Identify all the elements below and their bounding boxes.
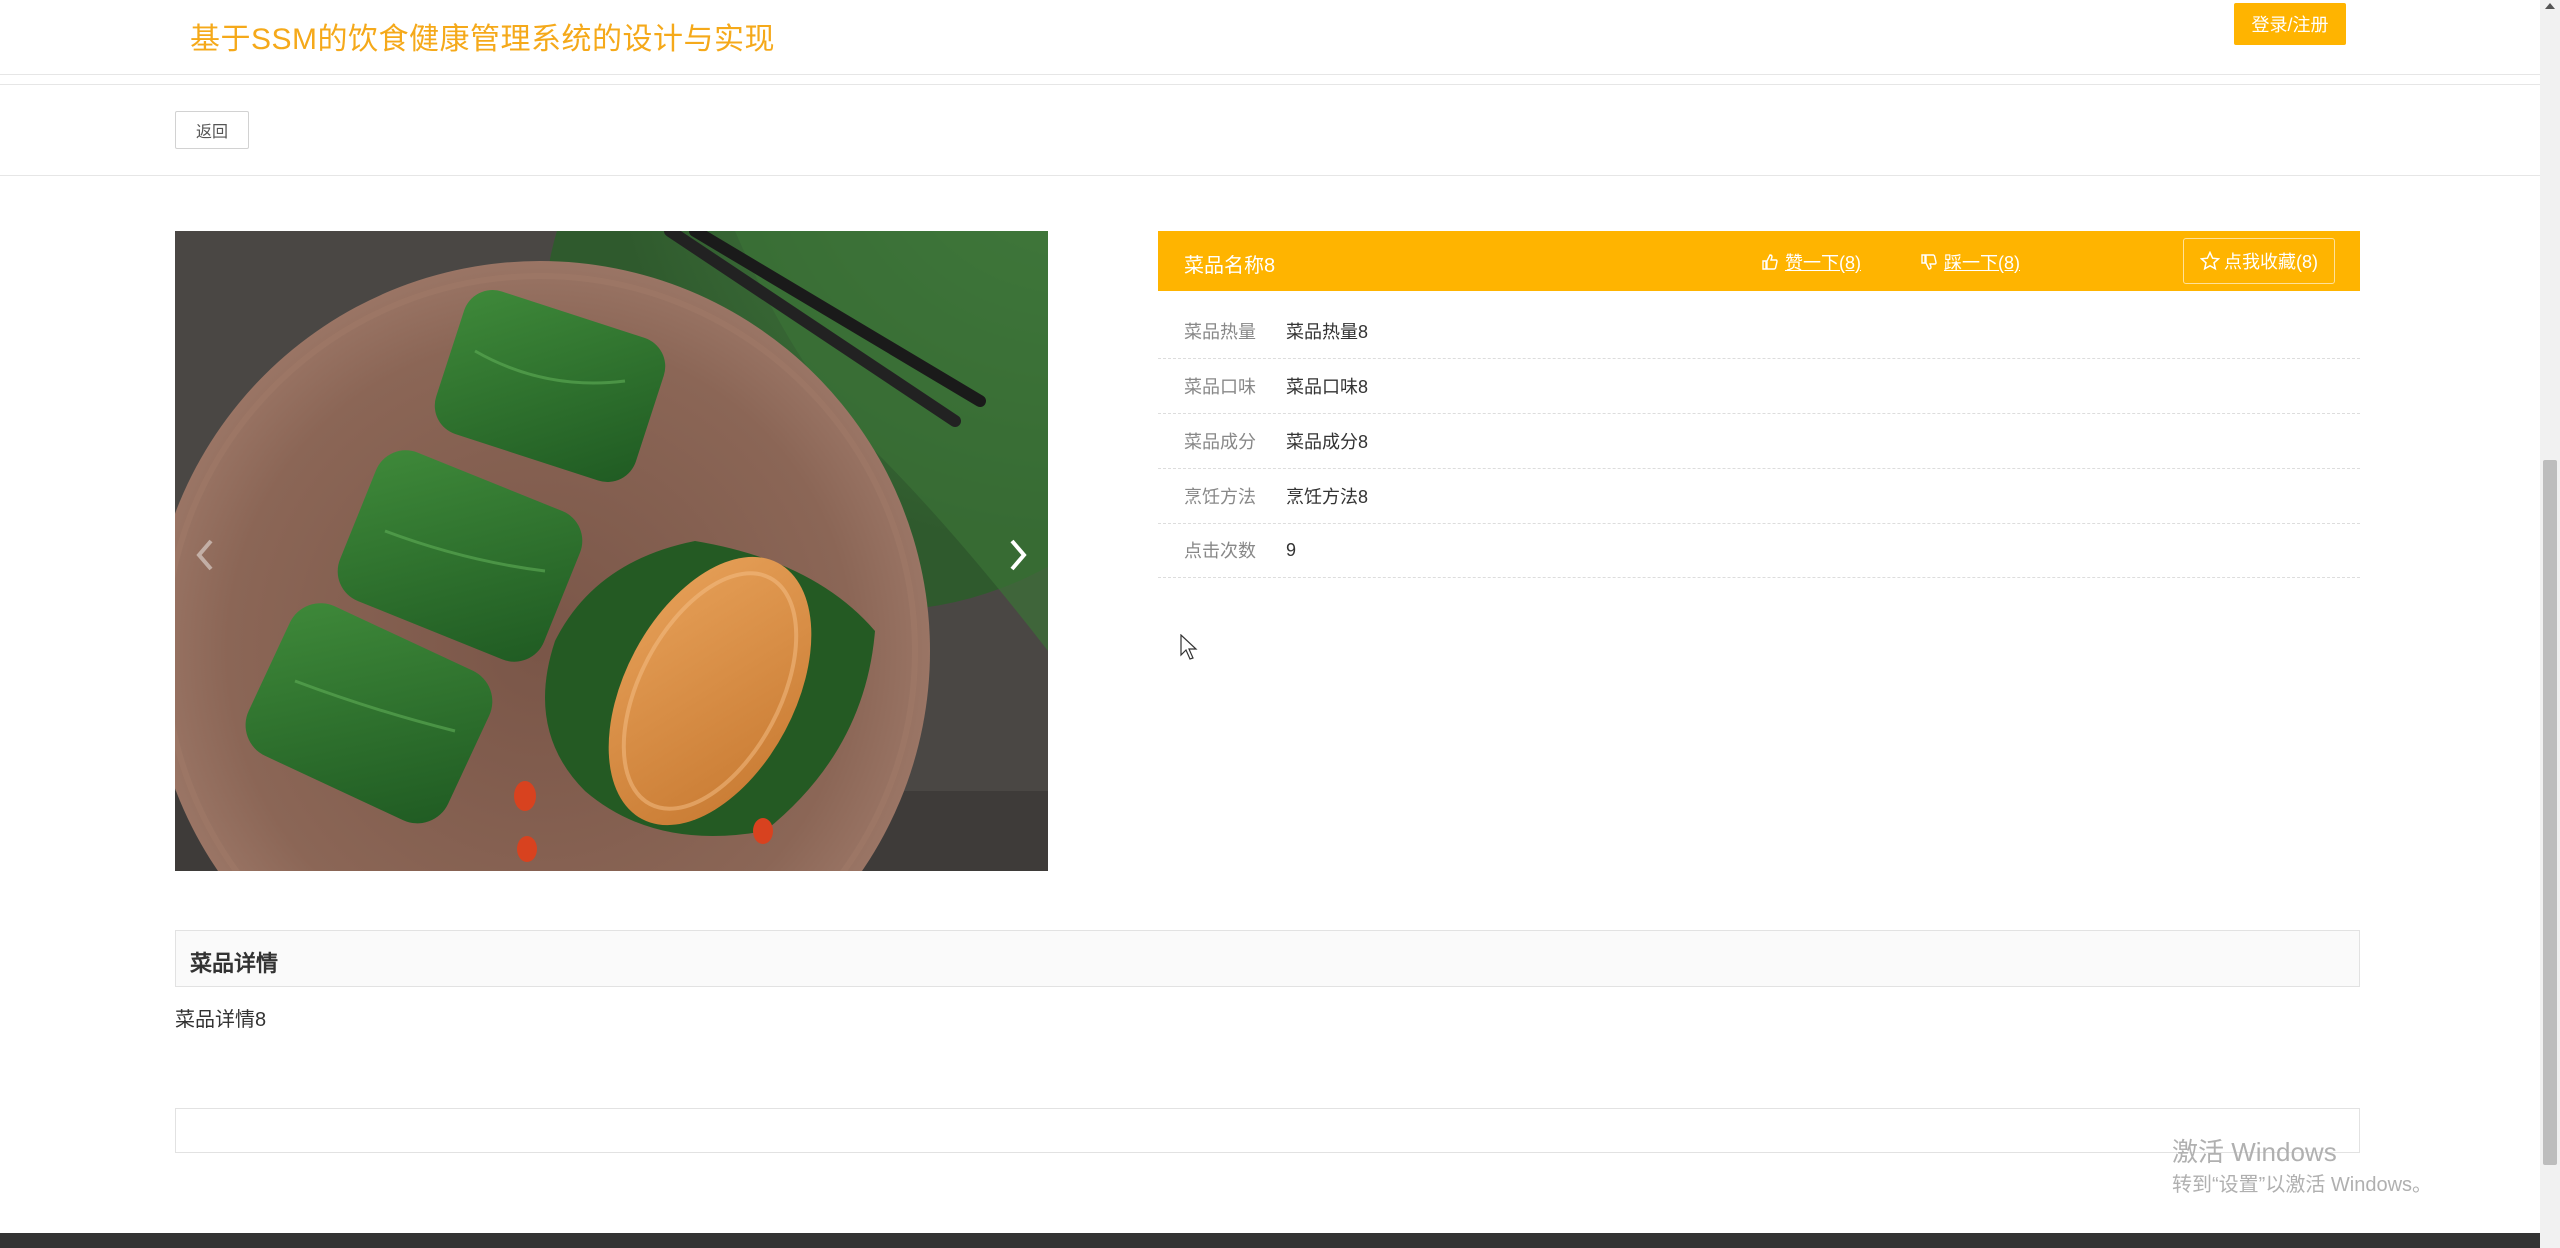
activation-watermark-subtitle: 转到“设置”以激活 Windows。 bbox=[2172, 1174, 2433, 1196]
mouse-cursor-icon bbox=[1180, 634, 1198, 660]
site-title: 基于SSM的饮食健康管理系统的设计与实现 bbox=[190, 23, 776, 56]
dislike-label: 踩一下(8) bbox=[1944, 253, 2020, 273]
like-label: 赞一下(8) bbox=[1785, 253, 1861, 273]
header-divider-2 bbox=[0, 84, 2540, 85]
dish-image bbox=[175, 231, 1048, 871]
carousel-next-button[interactable] bbox=[998, 520, 1038, 590]
field-value: 9 bbox=[1286, 539, 1297, 560]
like-button[interactable]: 赞一下(8) bbox=[1761, 249, 1861, 275]
collect-button[interactable]: 点我收藏(8) bbox=[2183, 238, 2335, 284]
dish-field-row: 菜品成分 菜品成分8 bbox=[1158, 414, 2360, 469]
footer-bar bbox=[0, 1233, 2540, 1248]
field-value: 烹饪方法8 bbox=[1286, 487, 1369, 507]
collect-label: 点我收藏(8) bbox=[2224, 252, 2318, 272]
scroll-up-arrow-icon[interactable] bbox=[2544, 0, 2556, 12]
back-button[interactable]: 返回 bbox=[175, 111, 249, 149]
comment-area[interactable] bbox=[175, 1108, 2360, 1153]
detail-title: 菜品详情 bbox=[190, 951, 279, 976]
detail-section-header: 菜品详情 bbox=[175, 930, 2360, 987]
thumbs-down-icon bbox=[1921, 254, 1937, 270]
dislike-button[interactable]: 踩一下(8) bbox=[1920, 249, 2020, 275]
star-icon bbox=[2200, 251, 2220, 271]
field-value: 菜品成分8 bbox=[1286, 432, 1369, 452]
thumbs-up-icon bbox=[1762, 254, 1778, 270]
dish-image-carousel[interactable] bbox=[175, 231, 1048, 871]
dish-name: 菜品名称8 bbox=[1184, 255, 1276, 277]
field-label: 菜品口味 bbox=[1184, 377, 1256, 397]
dish-field-row: 菜品口味 菜品口味8 bbox=[1158, 359, 2360, 414]
login-register-button[interactable]: 登录/注册 bbox=[2234, 3, 2346, 45]
carousel-prev-button[interactable] bbox=[185, 520, 225, 590]
field-label: 菜品热量 bbox=[1184, 322, 1256, 342]
dish-info-header: 菜品名称8 赞一下(8) 踩一下(8) 点我收藏(8) bbox=[1158, 231, 2360, 291]
scrollbar-thumb[interactable] bbox=[2543, 460, 2557, 1165]
chevron-right-icon bbox=[1010, 539, 1027, 571]
field-label: 菜品成分 bbox=[1184, 432, 1256, 452]
field-value: 菜品口味8 bbox=[1286, 377, 1369, 397]
dish-field-row: 菜品热量 菜品热量8 bbox=[1158, 304, 2360, 359]
dish-field-row: 点击次数 9 bbox=[1158, 523, 2360, 578]
dish-field-row: 烹饪方法 烹饪方法8 bbox=[1158, 469, 2360, 524]
detail-content: 菜品详情8 bbox=[175, 1009, 267, 1031]
chevron-left-icon bbox=[196, 539, 213, 571]
activation-watermark-title: 激活 Windows bbox=[2172, 1137, 2337, 1167]
header-divider bbox=[0, 74, 2540, 75]
field-label: 点击次数 bbox=[1184, 541, 1256, 561]
field-value: 菜品热量8 bbox=[1286, 322, 1369, 342]
field-label: 烹饪方法 bbox=[1184, 487, 1256, 507]
toolbar-divider bbox=[0, 175, 2540, 176]
